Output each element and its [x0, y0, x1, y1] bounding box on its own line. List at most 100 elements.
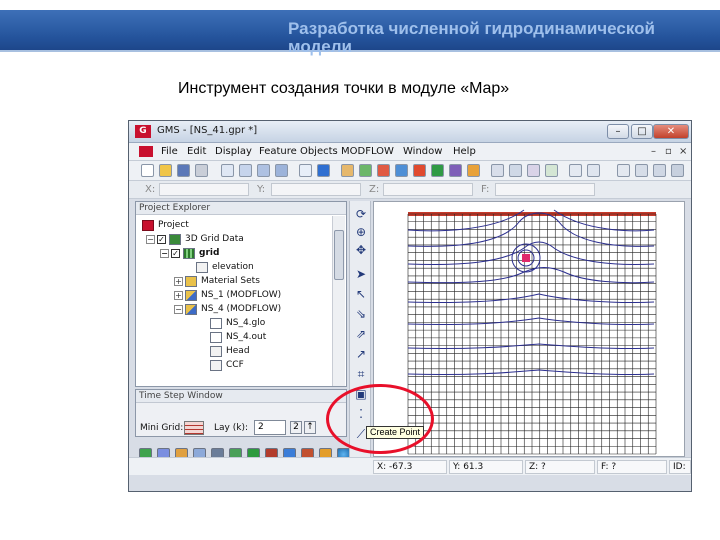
explorer-scrollbar[interactable] — [332, 216, 345, 386]
collapse-icon[interactable]: − — [174, 304, 183, 314]
menu-window[interactable]: Window — [403, 146, 442, 157]
pan-tool-icon[interactable]: ✥ — [354, 243, 368, 257]
menu-feature-objects[interactable]: Feature Objects — [259, 146, 338, 157]
tree-item-material-sets[interactable]: + Material Sets — [174, 274, 260, 288]
gms-logo-icon: G — [135, 125, 151, 138]
display-options-icon[interactable] — [341, 164, 354, 177]
menu-display[interactable]: Display — [215, 146, 252, 157]
grid-module-icon[interactable] — [491, 164, 504, 177]
select-layer-icon[interactable]: ⌗ — [354, 367, 368, 381]
menu-modflow[interactable]: MODFLOW — [341, 146, 394, 157]
grid-icon — [183, 247, 195, 259]
z-field[interactable] — [383, 183, 473, 196]
doc-close-button[interactable]: × — [679, 146, 687, 157]
status-x: X: -67.3 — [373, 460, 447, 474]
y-label: Y: — [257, 184, 266, 195]
layer-down-button[interactable]: 2 — [290, 421, 302, 434]
borehole-module-icon[interactable] — [545, 164, 558, 177]
view-oblique-icon[interactable] — [275, 164, 288, 177]
dataset-icon — [196, 261, 208, 273]
tree-item-head[interactable]: Head — [210, 344, 250, 358]
checkbox-checked-icon[interactable]: ✓ — [171, 248, 180, 258]
cell-properties-icon[interactable] — [413, 164, 426, 177]
view-front-icon[interactable] — [221, 164, 234, 177]
refresh-icon[interactable] — [317, 164, 330, 177]
slide-subtitle: Инструмент создания точки в модуле «Map» — [178, 80, 510, 97]
mini-grid-icon[interactable] — [184, 421, 204, 435]
color-ramp-icon[interactable] — [377, 164, 390, 177]
expand-icon[interactable]: + — [174, 290, 183, 300]
zoom-tool-icon[interactable]: ⊕ — [354, 225, 368, 239]
tree-item-label: grid — [199, 248, 220, 258]
tree-item-3d-grid-data[interactable]: − ✓ 3D Grid Data — [146, 232, 244, 246]
select-ij-icon[interactable]: ↗ — [354, 347, 368, 361]
minimize-button[interactable]: – — [607, 124, 629, 139]
doc-minimize-button[interactable]: – — [651, 146, 656, 157]
status-f: F: ? — [597, 460, 667, 474]
tree-item-ns4-out[interactable]: NS_4.out — [210, 330, 266, 344]
menu-help[interactable]: Help — [453, 146, 476, 157]
zoom-icon[interactable] — [617, 164, 630, 177]
scrollbar-thumb[interactable] — [334, 230, 344, 280]
x-field[interactable] — [159, 183, 249, 196]
collapse-icon[interactable]: − — [160, 248, 169, 258]
lighting-icon[interactable] — [395, 164, 408, 177]
save-icon[interactable] — [177, 164, 190, 177]
tin-module-icon[interactable] — [467, 164, 480, 177]
tree-item-project[interactable]: Project — [142, 218, 189, 232]
select-column-icon[interactable]: ⇗ — [354, 327, 368, 341]
y-field[interactable] — [271, 183, 361, 196]
pan-icon[interactable] — [635, 164, 648, 177]
status-y: Y: 61.3 — [449, 460, 523, 474]
gis-module-icon[interactable] — [449, 164, 462, 177]
checkbox-checked-icon[interactable]: ✓ — [157, 234, 166, 244]
annotation-icon[interactable] — [587, 164, 600, 177]
frame-icon[interactable] — [299, 164, 312, 177]
menu-edit[interactable]: Edit — [187, 146, 206, 157]
time-step-window: Time Step Window Mini Grid: Lay (k): 2 2… — [135, 389, 347, 437]
well-cell-icon — [522, 254, 530, 262]
layer-input[interactable]: 2 — [254, 420, 286, 435]
tree-item-label: NS_4.glo — [226, 318, 266, 328]
tree-item-ns4-glo[interactable]: NS_4.glo — [210, 316, 265, 330]
modflow-icon — [185, 303, 197, 315]
select-row-icon[interactable]: ⇘ — [354, 307, 368, 321]
tree-item-elevation[interactable]: elevation — [196, 260, 254, 274]
scatter-module-icon[interactable] — [527, 164, 540, 177]
dataset-icon — [210, 359, 222, 371]
tree-item-grid[interactable]: − ✓ grid — [160, 246, 219, 260]
document-icon — [139, 146, 153, 157]
file-icon — [210, 331, 222, 343]
mesh-module-icon[interactable] — [509, 164, 522, 177]
highlight-circle — [326, 384, 434, 454]
model-grid — [407, 212, 657, 455]
doc-restore-button[interactable]: ▫ — [665, 146, 672, 157]
menu-file[interactable]: File — [161, 146, 178, 157]
map-module-icon[interactable] — [431, 164, 444, 177]
tree-item-ns1-modflow[interactable]: + NS_1 (MODFLOW) — [174, 288, 281, 302]
maximize-button[interactable]: □ — [631, 124, 653, 139]
print-icon[interactable] — [195, 164, 208, 177]
view-top-icon[interactable] — [257, 164, 270, 177]
f-field[interactable] — [495, 183, 595, 196]
view-side-icon[interactable] — [239, 164, 252, 177]
tree-item-label: 3D Grid Data — [185, 234, 244, 244]
close-button[interactable]: ✕ — [653, 124, 689, 139]
frame-image-icon[interactable] — [671, 164, 684, 177]
status-bar: X: -67.3 Y: 61.3 Z: ? F: ? ID: — [129, 457, 691, 475]
select-tool-icon[interactable]: ➤ — [354, 267, 368, 281]
tree-item-ccf[interactable]: CCF — [210, 358, 244, 372]
rotate-icon[interactable] — [653, 164, 666, 177]
layer-up-button[interactable]: ↑ — [304, 421, 316, 434]
new-icon[interactable] — [141, 164, 154, 177]
select-cell-icon[interactable]: ↖ — [354, 287, 368, 301]
project-icon — [142, 219, 154, 231]
status-z: Z: ? — [525, 460, 595, 474]
tree-item-ns4-modflow[interactable]: − NS_4 (MODFLOW) — [174, 302, 281, 316]
open-icon[interactable] — [159, 164, 172, 177]
expand-icon[interactable]: + — [174, 276, 183, 286]
contour-options-icon[interactable] — [359, 164, 372, 177]
ruler-icon[interactable] — [569, 164, 582, 177]
collapse-icon[interactable]: − — [146, 234, 155, 244]
rotate-tool-icon[interactable]: ⟳ — [354, 207, 368, 221]
